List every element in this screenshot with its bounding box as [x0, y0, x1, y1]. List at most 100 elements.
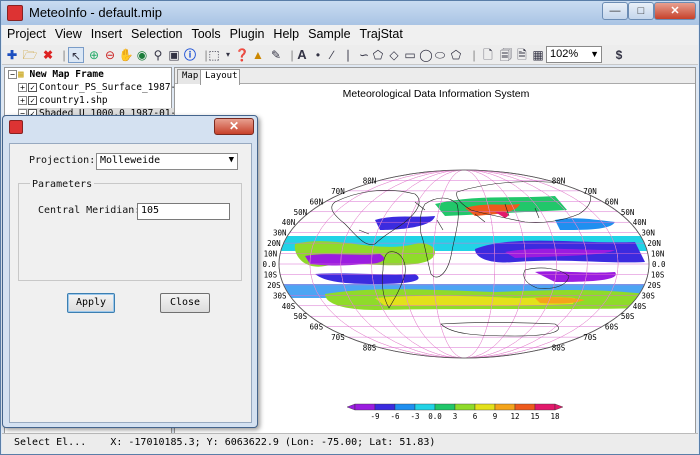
legend-label: 6: [473, 412, 478, 421]
dialog-body: Projection: Molleweide ▼ Parameters Cent…: [9, 143, 252, 423]
projection-select[interactable]: Molleweide ▼: [96, 153, 238, 170]
layer-item[interactable]: + ✓ country1.shp: [18, 95, 108, 108]
legend-label: -9: [370, 412, 379, 421]
legend-arrow-left: [346, 403, 356, 411]
select-pointer-icon[interactable]: ↖: [68, 47, 84, 63]
title-bar: MeteoInfo - default.mip — □ ✕: [1, 1, 699, 25]
menu-tools[interactable]: Tools: [186, 25, 224, 41]
line-tool-icon[interactable]: ∕: [324, 47, 340, 63]
measure-icon[interactable]: ❓: [234, 47, 250, 63]
spline-polygon-icon[interactable]: ⬠: [448, 47, 464, 63]
window-title: MeteoInfo - default.mip: [29, 5, 162, 20]
status-bar: Select El... X: -17010185.3; Y: 6063622.…: [2, 433, 698, 454]
text-tool-icon[interactable]: A: [294, 47, 310, 63]
map-frame-label: New Map Frame: [29, 69, 104, 80]
lat-label-left: 20S: [267, 281, 281, 290]
menu-project[interactable]: Project: [2, 25, 50, 41]
apply-button[interactable]: Apply: [67, 293, 115, 313]
menu-plugin[interactable]: Plugin: [225, 25, 269, 41]
layer-label: Contour_PS_Surface_1987-01-: [39, 82, 194, 93]
dialog-title-bar: ✕: [3, 116, 257, 138]
lat-label-right: 0.0: [652, 260, 666, 269]
lat-label-right: 60N: [605, 197, 619, 206]
lat-label-left: 80S: [363, 344, 377, 353]
full-extent-icon[interactable]: ▣: [166, 47, 182, 63]
projection-dialog: ✕ Projection: Molleweide ▼ Parameters Ce…: [2, 115, 258, 428]
parameters-group: [18, 183, 242, 281]
ellipse-tool-icon[interactable]: ⬭: [432, 47, 448, 63]
polygon-tool-icon[interactable]: ⬠: [370, 47, 386, 63]
lat-label-right: 70S: [583, 333, 597, 342]
lat-label-right: 80S: [552, 344, 566, 353]
tab-layout[interactable]: Layout: [200, 69, 240, 85]
menu-view[interactable]: View: [50, 25, 86, 41]
label-icon[interactable]: ▲: [250, 47, 266, 63]
page-zoom-icon[interactable]: 🗎: [514, 47, 530, 63]
lat-label-left: 60S: [310, 323, 324, 332]
layer-visible-checkbox[interactable]: ✓: [28, 83, 37, 92]
legend-swatch: [514, 403, 536, 411]
lat-label-right: 20N: [647, 239, 661, 248]
lat-label-right: 40N: [633, 218, 647, 227]
remove-layer-icon[interactable]: ✖: [40, 47, 56, 63]
lat-label-left: 40S: [282, 302, 296, 311]
projection-label: Projection:: [29, 155, 96, 166]
menu-trajstat[interactable]: TrajStat: [355, 25, 407, 41]
lat-label-left: 20N: [267, 239, 281, 248]
legend-label: 15: [530, 412, 539, 421]
legend-label: 12: [510, 412, 519, 421]
dialog-app-icon: [9, 120, 23, 134]
script-icon[interactable]: $: [611, 47, 627, 63]
maximize-button[interactable]: □: [628, 2, 654, 20]
dialog-close-button[interactable]: ✕: [214, 118, 254, 135]
page-setup-icon[interactable]: 🗐: [498, 47, 514, 63]
add-layer-icon[interactable]: ✚: [4, 47, 20, 63]
central-meridian-input[interactable]: 105: [137, 203, 230, 220]
freehand-polygon-icon[interactable]: ◇: [386, 47, 402, 63]
central-meridian-label: Central Meridian:: [38, 205, 141, 216]
zoom-in-icon[interactable]: ⊕: [86, 47, 102, 63]
globe-icon[interactable]: ◉: [134, 47, 150, 63]
close-button[interactable]: Close: [160, 293, 210, 313]
menu-insert[interactable]: Insert: [86, 25, 126, 41]
zoom-level-select[interactable]: 102% ▼: [546, 46, 602, 63]
meteoinfo-app-icon: [7, 5, 23, 21]
open-folder-icon[interactable]: 🗁: [22, 47, 38, 63]
menu-selection[interactable]: Selection: [126, 25, 186, 41]
rectangle-tool-icon[interactable]: ▭: [402, 47, 418, 63]
pan-hand-icon[interactable]: ✋: [118, 47, 134, 63]
new-page-icon[interactable]: 🗋: [480, 47, 496, 63]
tab-map[interactable]: Map: [177, 69, 201, 84]
legend-label: -6: [390, 412, 400, 421]
legend-swatch: [414, 403, 436, 411]
minimize-button[interactable]: —: [602, 2, 628, 20]
close-window-button[interactable]: ✕: [654, 2, 696, 20]
legend-swatch: [374, 403, 396, 411]
lat-label-left: 70N: [331, 187, 345, 196]
menu-sample[interactable]: Sample: [303, 25, 354, 41]
lat-label-left: 30N: [273, 229, 287, 238]
zoom-level-value: 102%: [550, 48, 579, 60]
layer-visible-checkbox[interactable]: ✓: [28, 96, 37, 105]
fit-page-icon[interactable]: ▦: [530, 47, 546, 63]
zoom-out-icon[interactable]: ⊖: [102, 47, 118, 63]
legend-swatch: [434, 403, 456, 411]
menu-bar: Project View Insert Selection Tools Plugin Hel…: [2, 25, 698, 45]
menu-help[interactable]: Help: [268, 25, 303, 41]
legend-label: -3: [410, 412, 419, 421]
lat-label-right: 70N: [583, 187, 597, 196]
polyline-tool-icon[interactable]: ∣: [340, 47, 356, 63]
expand-icon[interactable]: +: [18, 96, 27, 105]
legend-label: 0.0: [428, 412, 442, 421]
legend-swatch: [534, 403, 556, 411]
collapse-icon[interactable]: −: [8, 70, 17, 79]
legend-arrow-right: [554, 403, 564, 411]
lat-label-left: 30S: [273, 291, 287, 300]
expand-icon[interactable]: +: [18, 83, 27, 92]
map-frame-node[interactable]: − ▦ New Map Frame: [8, 69, 104, 82]
identify-info-icon[interactable]: ⓘ: [182, 47, 198, 63]
edit-pencil-icon[interactable]: ✎: [268, 47, 284, 63]
layer-item[interactable]: + ✓ Contour_PS_Surface_1987-01-: [18, 82, 193, 95]
lat-label-right: 40S: [633, 302, 647, 311]
magnifier-icon[interactable]: ⚲: [150, 47, 166, 63]
